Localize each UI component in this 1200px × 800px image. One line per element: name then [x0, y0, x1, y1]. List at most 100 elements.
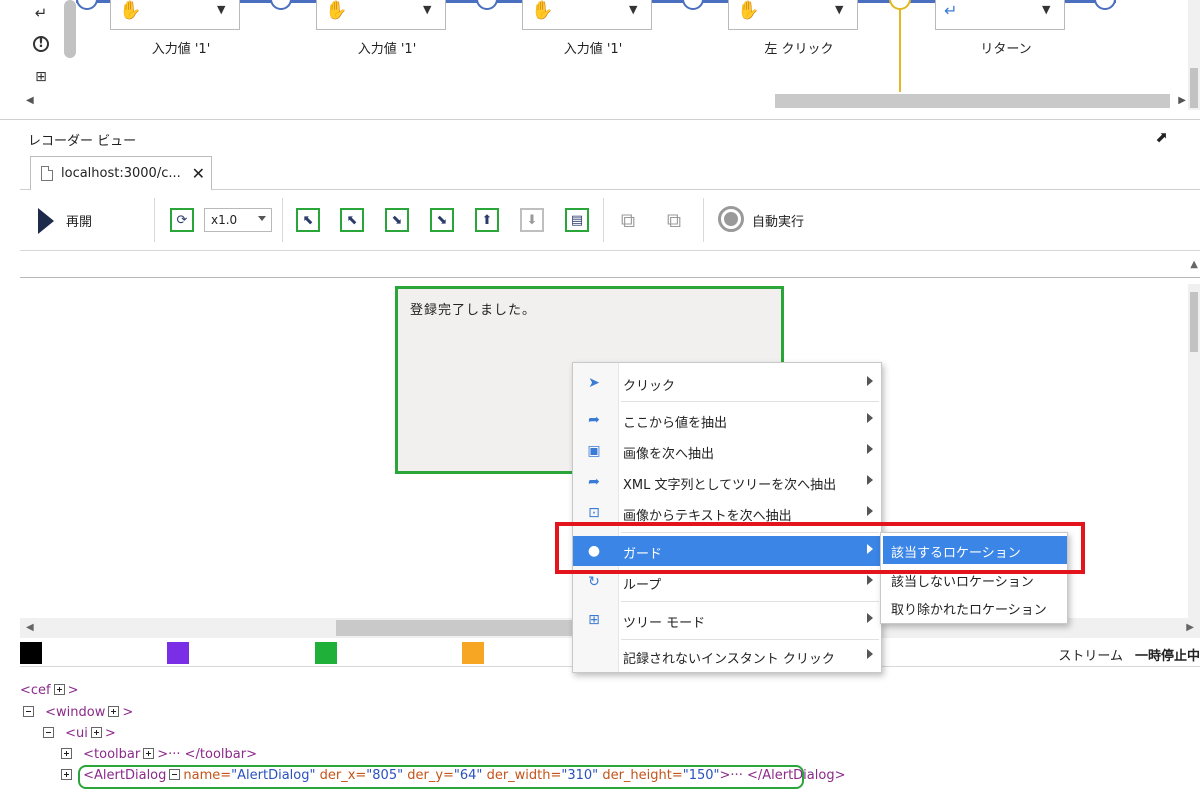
tab-bar: localhost:3000/c... ✕ — [20, 152, 1200, 190]
loop-icon: ↻ — [588, 574, 600, 590]
menu-item-tree-mode[interactable]: ⊞ ツリー モード — [573, 605, 883, 635]
workflow-port[interactable] — [476, 0, 498, 10]
address-bar[interactable]: ▲ — [20, 250, 1200, 278]
workflow-side-tools: ↵ ! ⊞ — [20, 0, 62, 92]
paste-button[interactable]: ⧉ — [662, 208, 686, 232]
move-down-right-button[interactable]: ⬊ — [385, 208, 409, 232]
expand-icon[interactable] — [61, 769, 72, 780]
move-up-left-button[interactable]: ⬉ — [340, 208, 364, 232]
workflow-step-2[interactable]: ✋ ▼ — [316, 0, 446, 30]
insertion-marker — [899, 8, 901, 92]
expand-icon[interactable] — [143, 748, 155, 759]
color-swatch-purple[interactable] — [167, 642, 189, 664]
menu-item-instant-click[interactable]: 記録されないインスタント クリック — [573, 641, 883, 671]
copy-icon: ⧉ — [620, 208, 636, 232]
close-icon[interactable]: ✕ — [192, 164, 205, 183]
scroll-thumb[interactable] — [1190, 292, 1198, 352]
move-bottom-right-button[interactable]: ⬊ — [430, 208, 454, 232]
workflow-step-4[interactable]: ✋ ▼ — [728, 0, 858, 30]
chevron-down-icon[interactable]: ▼ — [835, 3, 849, 17]
submenu-arrow-icon — [867, 506, 873, 516]
scroll-left-icon[interactable]: ◀ — [26, 95, 34, 106]
workflow-step-label: 入力値 '1' — [357, 42, 417, 57]
move-down-button[interactable]: ⬇ — [520, 208, 544, 232]
workflow-step-label: 入力値 '1' — [563, 42, 623, 57]
tree-node-toolbar[interactable]: <toolbar >··· </toolbar> — [58, 747, 257, 767]
workflow-port[interactable] — [682, 0, 704, 10]
scroll-thumb[interactable] — [1190, 68, 1198, 108]
workflow-panel: ↵ ! ⊞ ✋ ▼ 入力値 '1' ✋ ▼ 入力値 '1' ✋ ▼ 入力値 '1… — [0, 0, 1200, 120]
collapse-icon[interactable] — [23, 706, 34, 717]
chevron-down-icon[interactable]: ▼ — [217, 3, 231, 17]
return-icon[interactable]: ↵ — [32, 4, 50, 22]
scroll-thumb[interactable] — [336, 620, 586, 636]
workflow-port[interactable] — [270, 0, 292, 10]
tab-label: localhost:3000/c... — [61, 166, 181, 181]
recorder-toolbar: 再開 ⟳ x1.0 ⬉ ⬉ ⬊ ⬊ ⬆ ⬇ ▤ ⧉ ⧉ 自動実行 — [20, 190, 1200, 250]
expand-icon[interactable]: ⬈ — [1155, 128, 1168, 146]
workflow-vertical-scrollbar[interactable] — [1188, 0, 1200, 110]
workflow-step-label: 左 クリック — [764, 42, 834, 57]
scroll-right-icon[interactable]: ▶ — [1178, 95, 1186, 106]
scroll-thumb[interactable] — [775, 94, 1170, 108]
stream-label: ストリーム — [1058, 649, 1123, 664]
paste-icon: ⧉ — [666, 208, 682, 232]
expand-icon[interactable] — [61, 748, 72, 759]
cursor-icon: ➤ — [588, 375, 600, 391]
menu-item-click[interactable]: ➤ クリック — [573, 368, 883, 398]
hand-icon: ✋ — [325, 0, 348, 21]
arrow-down-right-icon: ⬊ — [391, 212, 403, 228]
submenu-item-removed-location[interactable]: 取り除かれたロケーション — [883, 593, 1067, 621]
resume-button[interactable]: 再開 — [36, 206, 126, 234]
expand-icon[interactable] — [108, 706, 120, 717]
menu-item-label: 記録されないインスタント クリック — [623, 652, 835, 667]
sync-button[interactable]: ⟳ — [170, 208, 194, 232]
document-button[interactable]: ▤ — [565, 208, 589, 232]
arrow-up-icon: ⬆ — [481, 212, 493, 228]
workflow-port[interactable] — [1094, 0, 1116, 10]
menu-item-label: XML 文字列としてツリーを次へ抽出 — [623, 478, 837, 493]
speed-select[interactable]: x1.0 — [204, 208, 272, 232]
auto-run-button[interactable]: 自動実行 — [718, 205, 828, 235]
chevron-down-icon[interactable]: ▼ — [423, 3, 437, 17]
color-swatch-black[interactable] — [20, 642, 42, 664]
menu-item-extract-xml[interactable]: ➦ XML 文字列としてツリーを次へ抽出 — [573, 467, 883, 497]
arrow-down-right-icon: ⬊ — [436, 212, 448, 228]
workflow-side-scrollbar[interactable] — [64, 0, 76, 58]
tree-tag: <window — [45, 705, 106, 720]
scroll-up-icon[interactable]: ▲ — [1190, 259, 1198, 270]
chevron-down-icon[interactable]: ▼ — [629, 3, 643, 17]
expand-icon[interactable] — [53, 684, 65, 695]
scroll-left-icon[interactable]: ◀ — [26, 622, 34, 633]
scroll-right-icon[interactable]: ▶ — [1186, 622, 1194, 633]
move-top-left-button[interactable]: ⬉ — [296, 208, 320, 232]
tab-localhost[interactable]: localhost:3000/c... ✕ — [30, 156, 212, 190]
menu-divider — [621, 401, 879, 402]
workflow-horizontal-scrollbar[interactable]: ◀ ▶ — [20, 92, 1188, 110]
collapse-icon[interactable] — [43, 727, 54, 738]
chevron-down-icon[interactable]: ▼ — [1042, 3, 1056, 17]
menu-item-extract-value[interactable]: ➦ ここから値を抽出 — [573, 405, 883, 435]
color-swatch-green[interactable] — [315, 642, 337, 664]
copy-button[interactable]: ⧉ — [616, 208, 640, 232]
workflow-step-5[interactable]: ↵ ▼ — [935, 0, 1065, 30]
workflow-step-1[interactable]: ✋ ▼ — [110, 0, 240, 30]
workflow-step-label: 入力値 '1' — [151, 42, 211, 57]
workflow-step-3[interactable]: ✋ ▼ — [522, 0, 652, 30]
menu-item-extract-image[interactable]: ▣ 画像を次へ抽出 — [573, 436, 883, 466]
menu-divider — [621, 601, 879, 602]
tree-node-ui[interactable]: <ui > — [40, 726, 116, 746]
color-swatch-orange[interactable] — [462, 642, 484, 664]
arrow-down-icon: ⬇ — [526, 212, 538, 228]
alert-icon[interactable]: ! — [33, 36, 49, 52]
move-up-button[interactable]: ⬆ — [475, 208, 499, 232]
workflow-port[interactable] — [76, 0, 98, 10]
tree-icon[interactable]: ⊞ — [32, 68, 50, 86]
tree-node-cef[interactable]: <cef > — [20, 683, 79, 703]
hand-icon: ✋ — [119, 0, 142, 21]
tree-icon: ⊞ — [588, 612, 600, 628]
stream-state: 一時停止中 — [1134, 649, 1200, 664]
browser-vertical-scrollbar[interactable] — [1188, 284, 1200, 618]
tree-node-window[interactable]: <window > — [20, 705, 133, 725]
expand-icon[interactable] — [90, 727, 102, 738]
